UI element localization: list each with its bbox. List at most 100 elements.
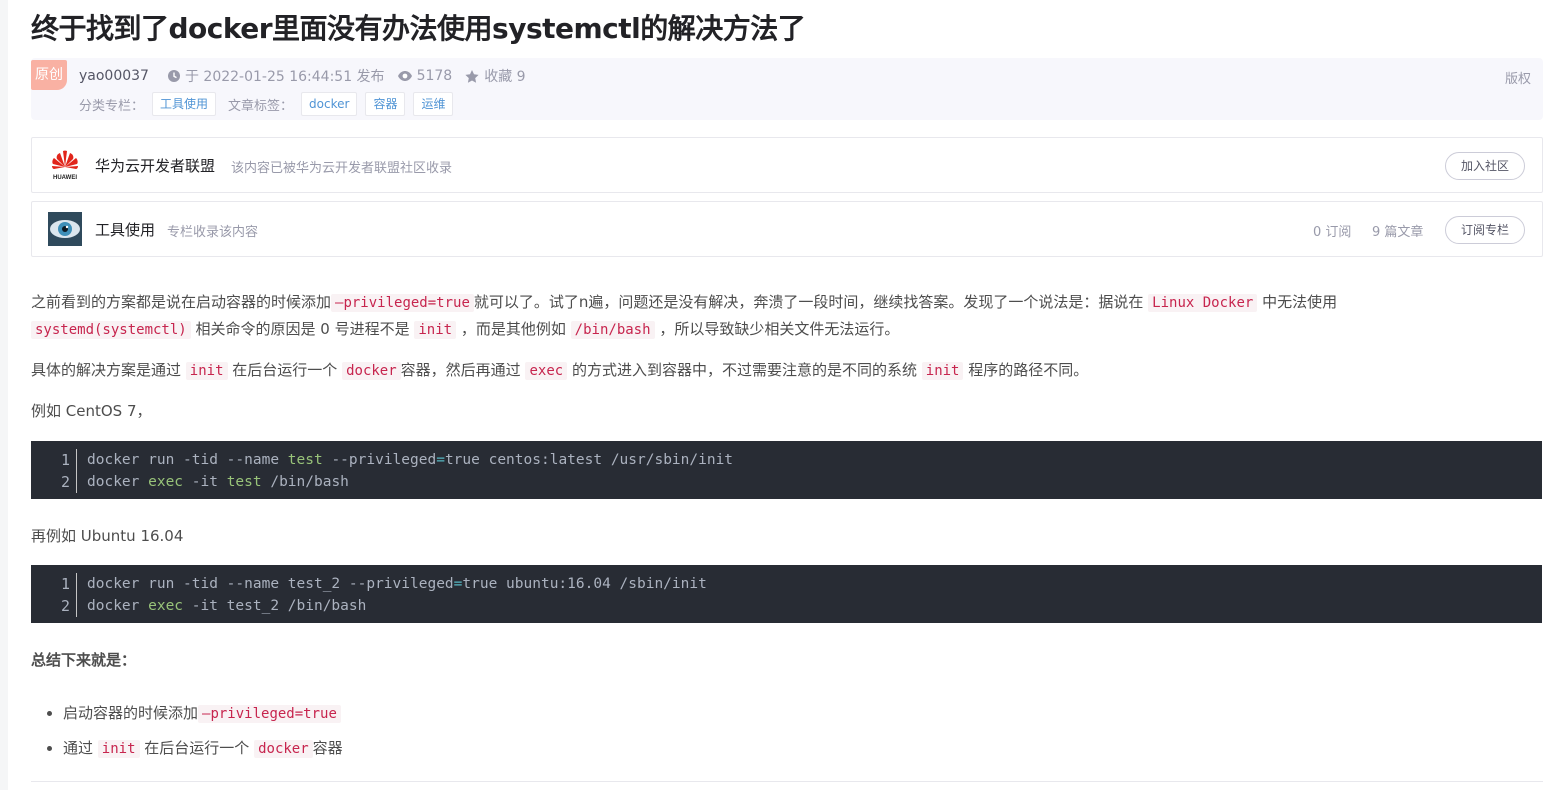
code-exec: exec: [525, 362, 568, 380]
li1-text: 启动容器的时候添加: [63, 704, 199, 722]
code-bin-bash: /bin/bash: [570, 321, 655, 339]
huawei-community-card: HUAWEI 华为云开发者联盟 该内容已被华为云开发者联盟社区收录 加入社区: [31, 137, 1543, 193]
list-item: 通过 init 在后台运行一个 docker容器: [63, 731, 343, 766]
collect-button[interactable]: 收藏 9: [464, 66, 526, 86]
line-numbers: 12: [31, 449, 77, 493]
p1-text-b: 就可以了。试了n遍，问题还是没有解决，奔溃了一段时间，继续找答案。发现了一个说法…: [473, 293, 1144, 311]
join-community-button[interactable]: 加入社区: [1444, 152, 1525, 180]
code-token: -it test_2 /bin/bash: [183, 598, 367, 614]
code-token: true ubuntu:16.04 /sbin/init: [462, 576, 707, 592]
code-token: exec: [148, 598, 184, 614]
p1-text-e: ，而是其他例如: [460, 320, 566, 338]
divider: [31, 781, 1543, 782]
p1-text-f: ，所以导致缺少相关文件无法运行。: [659, 320, 900, 338]
tag-docker[interactable]: docker: [301, 92, 358, 116]
code-line: docker run -tid --name test_2 --privileg…: [87, 573, 707, 595]
tag-container[interactable]: 容器: [365, 92, 406, 116]
summary-list: 启动容器的时候添加–privileged=true 通过 init 在后台运行一…: [31, 696, 343, 766]
li2-text-a: 通过: [63, 739, 94, 757]
view-count: 5178: [397, 68, 453, 84]
p1-text-d: 相关命令的原因是 0 号进程不是: [195, 320, 410, 338]
publish-time-text: 于 2022-01-25 16:44:51 发布: [184, 69, 385, 85]
huawei-card-name[interactable]: 华为云开发者联盟: [95, 155, 215, 176]
eye-icon: [397, 71, 412, 81]
star-collect-icon: [465, 69, 479, 83]
p2-text-b: 在后台运行一个: [232, 361, 338, 379]
code-privileged: –privileged=true: [331, 294, 474, 312]
line-number: 1: [60, 451, 70, 469]
code-token: /bin/bash: [261, 474, 349, 490]
code-token: test: [226, 474, 262, 490]
article-title: 终于找到了docker里面没有办法使用systemctl的解决方法了: [31, 12, 806, 45]
code-lines: docker run -tid --name test_2 --privileg…: [87, 573, 707, 617]
paragraph-3: 例如 CentOS 7，: [31, 402, 152, 420]
column-card-desc: 专栏收录该内容: [167, 225, 259, 240]
li2-text-c: 容器: [312, 739, 343, 757]
code-init-3: init: [921, 362, 964, 380]
code-token: =: [436, 452, 445, 468]
copyright-link[interactable]: 版权: [1505, 68, 1531, 87]
category-tags-row: 分类专栏： 工具使用 文章标签： docker 容器 运维: [79, 92, 454, 116]
p2-text-a: 具体的解决方案是通过: [31, 361, 182, 379]
line-numbers: 12: [31, 573, 77, 617]
tags-label: 文章标签：: [228, 98, 294, 114]
column-subscribers: 0 订阅: [1313, 225, 1352, 240]
column-avatar-eye-icon: [48, 212, 82, 246]
paragraph-4: 再例如 Ubuntu 16.04: [31, 527, 184, 545]
p1-text-c: 中无法使用: [1262, 293, 1338, 311]
column-card-name[interactable]: 工具使用: [95, 219, 155, 240]
column-card: 工具使用 专栏收录该内容 0 订阅 9 篇文章 订阅专栏: [31, 201, 1543, 257]
line-number: 2: [60, 473, 70, 491]
subscribe-column-button[interactable]: 订阅专栏: [1444, 216, 1525, 244]
code-init-1: init: [414, 321, 457, 339]
paragraph-2: 具体的解决方案是通过 init 在后台运行一个 docker 容器，然后再通过 e…: [31, 357, 1543, 384]
code-block-centos[interactable]: 12 docker run -tid --name test --privile…: [31, 441, 1542, 499]
code-token: docker: [87, 598, 149, 614]
tag-ops[interactable]: 运维: [413, 92, 454, 116]
code-line: docker run -tid --name test --privileged…: [87, 449, 733, 471]
code-init-2: init: [185, 362, 228, 380]
left-edge: [0, 0, 8, 790]
meta-info-row: yao00037 于 2022-01-25 16:44:51 发布 5178 收…: [79, 66, 538, 86]
article-meta-bar: 原创 yao00037 于 2022-01-25 16:44:51 发布 517…: [31, 58, 1543, 120]
paragraph-1: 之前看到的方案都是说在启动容器的时候添加 –privileged=true 就可以了…: [31, 289, 1543, 343]
original-badge: 原创: [31, 60, 67, 90]
code-token: docker run -tid --name test_2 --privileg…: [87, 576, 454, 592]
code-token: -it: [183, 474, 227, 490]
code-line: docker exec -it test_2 /bin/bash: [87, 595, 707, 617]
line-number: 2: [60, 597, 70, 615]
view-count-text: 5178: [416, 68, 453, 84]
category-label: 分类专栏：: [79, 98, 145, 114]
code-systemd: systemd(systemctl): [31, 321, 191, 339]
code-token: true centos:latest /usr/sbin/init: [444, 452, 734, 468]
p2-text-d: 的方式进入到容器中，不过需要注意的是不同的系统: [571, 361, 917, 379]
huawei-logo: HUAWEI: [52, 150, 78, 181]
list-item: 启动容器的时候添加–privileged=true: [63, 696, 343, 731]
line-number: 1: [60, 575, 70, 593]
code-linux-docker: Linux Docker: [1148, 294, 1258, 312]
p2-text-c: 容器，然后再通过: [400, 361, 521, 379]
huawei-card-desc: 该内容已被华为云开发者联盟社区收录: [231, 161, 453, 176]
code-block-ubuntu[interactable]: 12 docker run -tid --name test_2 --privi…: [31, 565, 1542, 623]
publish-time: 于 2022-01-25 16:44:51 发布: [167, 66, 385, 86]
p1-text-a: 之前看到的方案都是说在启动容器的时候添加: [31, 293, 332, 311]
code-token: docker run -tid --name: [87, 452, 288, 468]
author-link[interactable]: yao00037: [79, 68, 149, 84]
code-line: docker exec -it test /bin/bash: [87, 471, 733, 493]
li2-text-b: 在后台运行一个: [144, 739, 250, 757]
column-article-count: 9 篇文章: [1372, 225, 1424, 240]
code-token: --privileged: [322, 452, 437, 468]
code-token: test: [287, 452, 323, 468]
code-token: exec: [148, 474, 184, 490]
category-tag[interactable]: 工具使用: [152, 92, 217, 116]
code-init-4: init: [97, 740, 140, 758]
code-docker-2: docker: [254, 740, 313, 758]
summary-heading: 总结下来就是：: [31, 651, 137, 669]
p2-text-e: 程序的路径不同。: [968, 361, 1089, 379]
clock-icon: [167, 70, 180, 82]
huawei-logo-text: HUAWEI: [53, 175, 77, 181]
code-privileged-2: –privileged=true: [198, 705, 341, 723]
code-lines: docker run -tid --name test --privileged…: [87, 449, 733, 493]
code-docker-1: docker: [342, 362, 401, 380]
code-token: docker: [87, 474, 149, 490]
